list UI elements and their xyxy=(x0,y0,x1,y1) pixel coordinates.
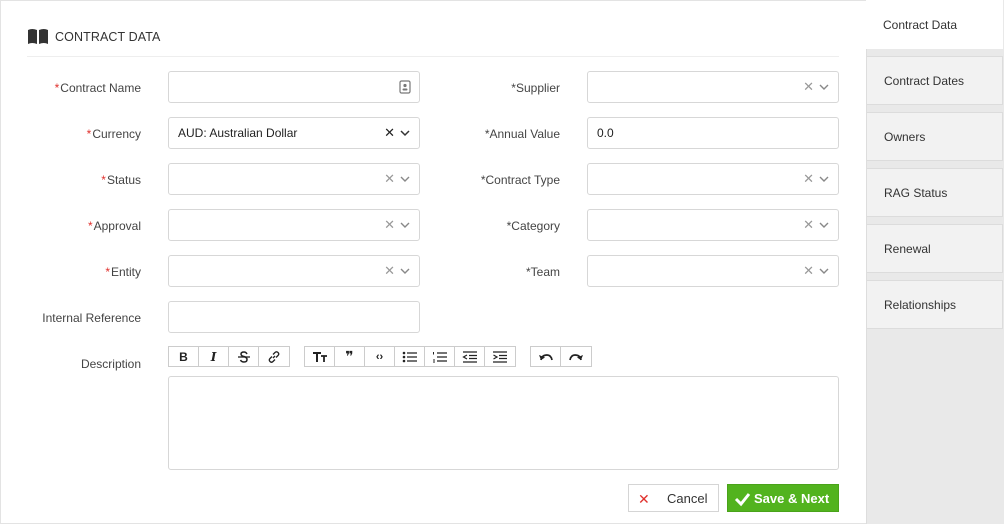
clear-icon[interactable]: ✕ xyxy=(803,218,814,232)
bold-button[interactable]: B xyxy=(169,347,199,366)
clear-icon[interactable]: ✕ xyxy=(803,172,814,186)
save-next-button[interactable]: Save & Next xyxy=(727,484,839,512)
history-group xyxy=(530,346,592,367)
currency-label: *Currency xyxy=(86,127,141,141)
tab-contract-dates[interactable]: Contract Dates xyxy=(867,56,1003,105)
description-editor[interactable] xyxy=(168,376,839,470)
italic-button[interactable]: I xyxy=(199,347,229,366)
chevron-down-icon[interactable] xyxy=(819,220,829,230)
link-button[interactable] xyxy=(259,347,289,366)
contract-name-input[interactable] xyxy=(168,71,420,103)
strikethrough-icon xyxy=(237,350,250,363)
undo-button[interactable] xyxy=(531,347,561,366)
contract-type-label: *Contract Type xyxy=(480,173,560,187)
clear-icon[interactable]: ✕ xyxy=(384,264,395,278)
block-group: ❞ ‹› xyxy=(304,346,516,367)
check-icon xyxy=(734,493,751,507)
numbered-list-icon xyxy=(432,351,447,362)
chevron-down-icon[interactable] xyxy=(400,128,410,138)
link-icon xyxy=(268,350,280,363)
annual-value-label: *Annual Value xyxy=(484,127,560,141)
section-title: CONTRACT DATA xyxy=(55,29,161,44)
bullet-list-button[interactable] xyxy=(395,347,425,366)
tab-rag-status[interactable]: RAG Status xyxy=(867,168,1003,217)
clear-icon[interactable]: ✕ xyxy=(384,218,395,232)
category-select[interactable]: ✕ xyxy=(587,209,839,241)
status-select[interactable]: ✕ xyxy=(168,163,420,195)
internal-reference-label: Internal Reference xyxy=(42,311,141,325)
book-icon xyxy=(28,29,48,44)
contract-name-label: *Contract Name xyxy=(54,81,141,95)
entity-select[interactable]: ✕ xyxy=(168,255,420,287)
supplier-label: *Supplier xyxy=(511,81,560,95)
tab-owners[interactable]: Owners xyxy=(867,112,1003,161)
indent-icon xyxy=(493,350,507,363)
entity-label: *Entity xyxy=(105,265,141,279)
clear-icon[interactable]: ✕ xyxy=(803,264,814,278)
outdent-icon xyxy=(461,350,477,363)
indent-button[interactable] xyxy=(485,347,515,366)
chevron-down-icon[interactable] xyxy=(400,266,410,276)
outdent-button[interactable] xyxy=(455,347,485,366)
team-label: *Team xyxy=(525,265,560,279)
quote-button[interactable]: ❞ xyxy=(335,347,365,366)
chevron-down-icon[interactable] xyxy=(819,266,829,276)
tab-renewal[interactable]: Renewal xyxy=(867,224,1003,273)
header-divider xyxy=(27,56,839,57)
undo-icon xyxy=(538,353,553,360)
chevron-down-icon[interactable] xyxy=(400,174,410,184)
section-tabs: Contract Data Contract Dates Owners RAG … xyxy=(866,0,1004,524)
heading-button[interactable] xyxy=(305,347,335,366)
internal-reference-input[interactable] xyxy=(168,301,420,333)
approval-label: *Approval xyxy=(87,219,141,233)
contract-type-select[interactable]: ✕ xyxy=(587,163,839,195)
contract-data-panel: CONTRACT DATA *Contract Name *Supplier ✕… xyxy=(0,0,866,524)
currency-select[interactable]: AUD: Australian Dollar ✕ xyxy=(168,117,420,149)
supplier-select[interactable]: ✕ xyxy=(587,71,839,103)
bullet-list-icon xyxy=(402,351,417,362)
editor-toolbar: B I ❞ ‹› xyxy=(168,346,606,367)
code-button[interactable]: ‹› xyxy=(365,347,395,366)
team-select[interactable]: ✕ xyxy=(587,255,839,287)
approval-select[interactable]: ✕ xyxy=(168,209,420,241)
redo-icon xyxy=(569,353,583,360)
close-icon: ✕ xyxy=(638,491,650,507)
annual-value-input[interactable]: 0.0 xyxy=(587,117,839,149)
chevron-down-icon[interactable] xyxy=(400,220,410,230)
redo-button[interactable] xyxy=(561,347,591,366)
chevron-down-icon[interactable] xyxy=(819,174,829,184)
clear-icon[interactable]: ✕ xyxy=(384,126,395,140)
cancel-button[interactable]: ✕ Cancel xyxy=(628,484,719,512)
strikethrough-button[interactable] xyxy=(229,347,259,366)
status-label: *Status xyxy=(101,173,141,187)
clear-icon[interactable]: ✕ xyxy=(803,80,814,94)
tab-relationships[interactable]: Relationships xyxy=(867,280,1003,329)
clear-icon[interactable]: ✕ xyxy=(384,172,395,186)
category-label: *Category xyxy=(506,219,560,233)
contact-card-icon xyxy=(399,80,411,94)
format-group: B I xyxy=(168,346,290,367)
text-size-icon xyxy=(312,351,327,362)
section-header: CONTRACT DATA xyxy=(27,28,160,45)
chevron-down-icon[interactable] xyxy=(819,82,829,92)
numbered-list-button[interactable] xyxy=(425,347,455,366)
description-label: Description xyxy=(80,357,141,371)
tab-contract-data[interactable]: Contract Data xyxy=(866,0,1003,49)
